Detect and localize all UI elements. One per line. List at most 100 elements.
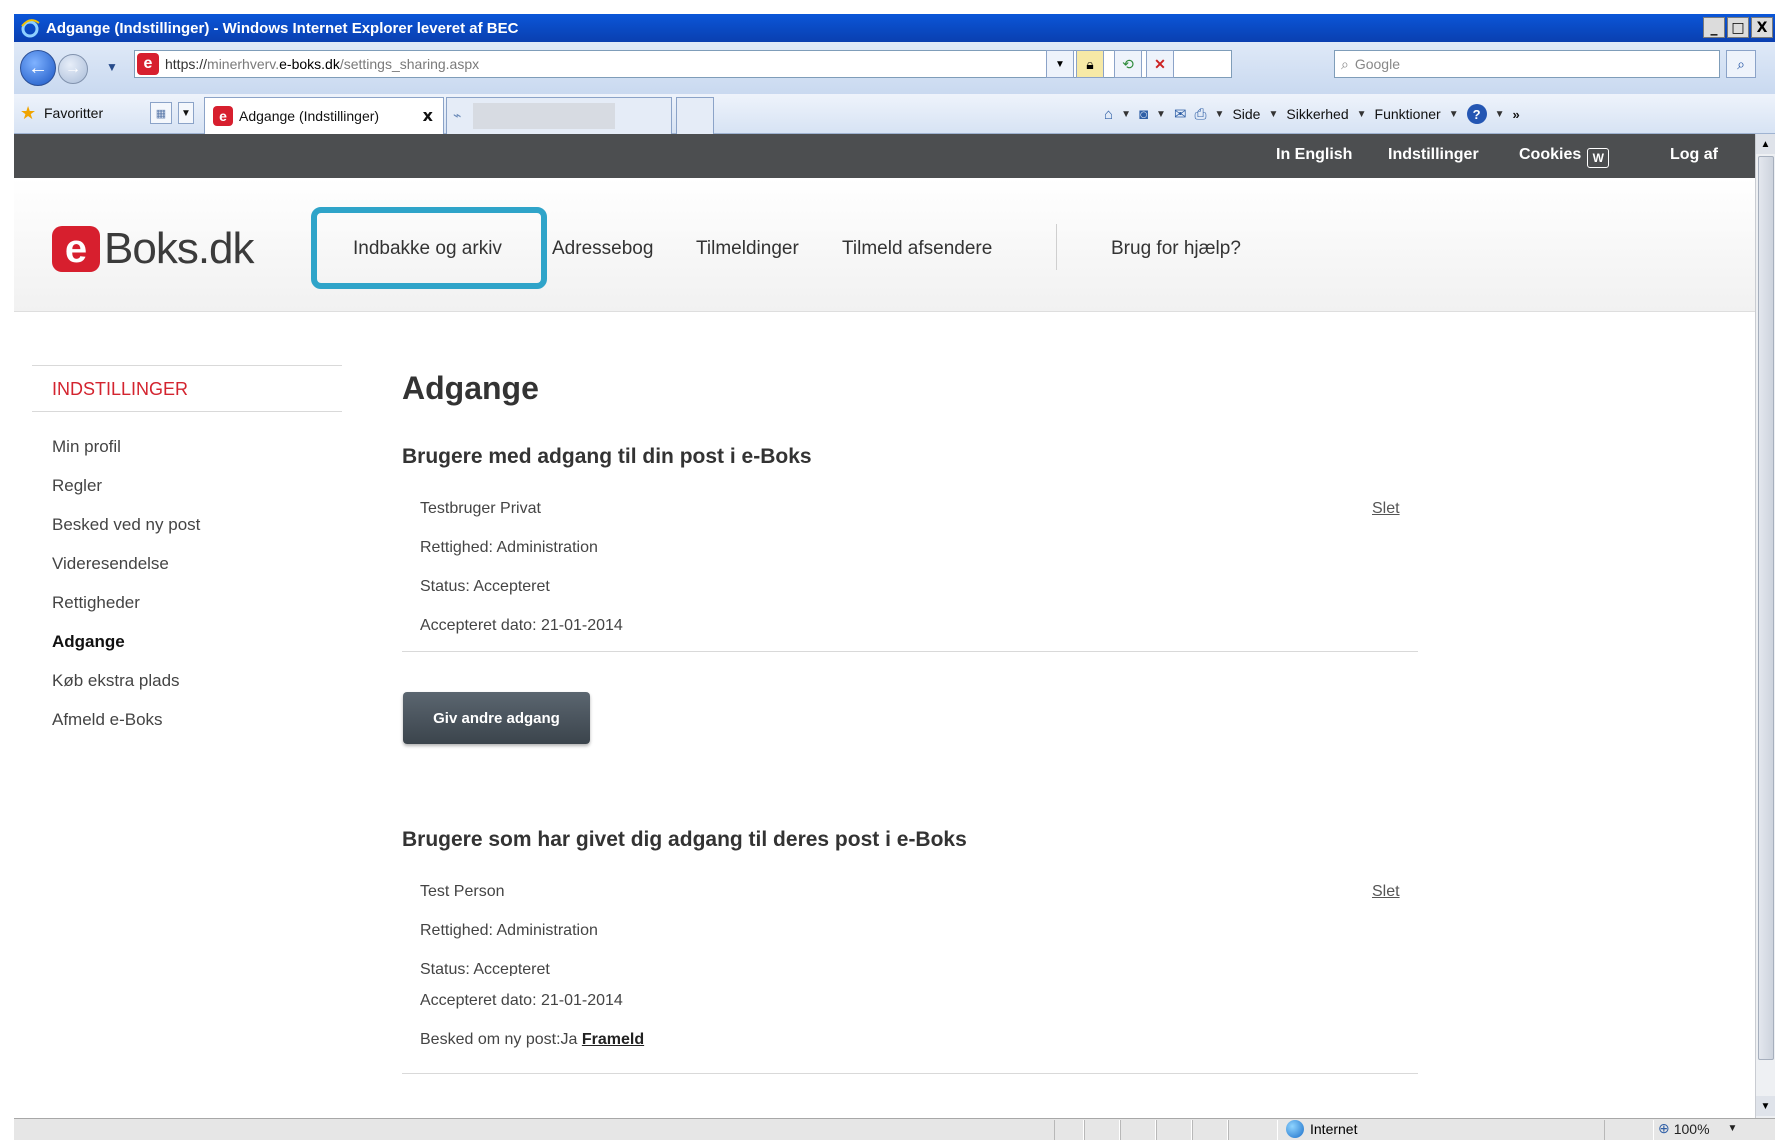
link-in-english[interactable]: In English (1276, 146, 1352, 164)
sidebar-item-unsubscribe[interactable]: Afmeld e-Boks (52, 710, 163, 730)
utility-bar: In English Indstillinger Cookies W Log af (14, 134, 1755, 178)
stop-icon: ✕ (1154, 55, 1166, 72)
quick-tabs-button[interactable]: ▦ (150, 102, 172, 124)
status-cell (1156, 1120, 1192, 1140)
zoom-control[interactable]: ⊕ 100% ▼ (1658, 1120, 1737, 1137)
menu-divider (1056, 224, 1057, 270)
security-lock-button[interactable]: 🔒︎ (1076, 50, 1104, 78)
access-user-name: Testbruger Privat (420, 500, 541, 517)
tools-menu[interactable]: Funktioner (1375, 106, 1441, 122)
loading-page-icon: ⌁ (453, 107, 462, 123)
vertical-scrollbar[interactable]: ▲ ▼ (1755, 134, 1775, 1118)
section-heading-my-access: Brugere med adgang til din post i e-Boks (402, 445, 812, 468)
scroll-down-button[interactable]: ▼ (1756, 1096, 1775, 1116)
page-title: Adgange (402, 370, 539, 406)
tab-list-dropdown[interactable]: ▼ (178, 102, 194, 124)
home-icon[interactable]: ⌂ (1104, 106, 1113, 123)
nav-add-senders[interactable]: Tilmeld afsendere (842, 238, 992, 260)
tab-second[interactable]: ⌁ (446, 97, 672, 134)
close-tab-icon[interactable]: x (423, 106, 433, 125)
feeds-icon[interactable]: ◙ (1139, 106, 1148, 123)
nav-help[interactable]: Brug for hjælp? (1111, 238, 1241, 260)
access-user-right: Rettighed: Administration (420, 539, 598, 556)
favorites-star-icon[interactable]: ★ (20, 103, 36, 124)
stop-button[interactable]: ✕ (1146, 50, 1174, 78)
sidebar-item-rules[interactable]: Regler (52, 476, 102, 496)
sidebar-divider (32, 411, 342, 412)
lock-icon: 🔒︎ (1086, 55, 1094, 72)
refresh-button[interactable]: ⟲ (1114, 50, 1142, 78)
unsubscribe-link[interactable]: Frameld (582, 1031, 644, 1048)
help-icon[interactable]: ? (1466, 104, 1487, 124)
eboks-logo[interactable]: e Boks.dk (52, 224, 255, 274)
status-cell (1192, 1120, 1228, 1140)
status-cell (1084, 1120, 1120, 1140)
cookie-info-icon: W (1587, 148, 1610, 168)
logo-text: Boks.dk (104, 224, 255, 273)
search-input[interactable]: ⌕ Google (1334, 50, 1720, 78)
sidebar-divider (32, 365, 342, 366)
command-bar: ⌂ ▼ ◙ ▼ ✉ ⎙ ▼ Side ▼ Sikkerhed ▼ Funktioner ▼ ?… (1104, 104, 1520, 124)
forward-arrow-icon: → (65, 60, 81, 77)
shared-user-status: Status: Accepteret (420, 961, 550, 976)
nav-subscriptions[interactable]: Tilmeldinger (696, 238, 799, 260)
sidebar-title: INDSTILLINGER (52, 379, 189, 399)
refresh-icon: ⟲ (1122, 55, 1134, 72)
sidebar-item-profile[interactable]: Min profil (52, 437, 121, 457)
link-settings[interactable]: Indstillinger (1388, 146, 1479, 164)
page-viewport-lower: Accepteret dato: 21-01-2014 Besked om ny… (14, 976, 1755, 1118)
section-divider (402, 651, 1418, 652)
sidebar-item-forwarding[interactable]: Videresendelse (52, 554, 169, 574)
delete-shared-link[interactable]: Slet (1372, 883, 1400, 901)
address-toolbar: ← → ▼ e https://minerhverv.e-boks.dk/set… (14, 42, 1775, 94)
tab-label: Adgange (Indstillinger) (239, 108, 380, 124)
favorites-button[interactable]: Favoritter (44, 105, 103, 121)
new-tab-button[interactable] (676, 97, 714, 134)
chevron-down-icon: ▼ (1727, 1123, 1738, 1134)
chevron-down-icon: ▼ (181, 107, 191, 119)
mail-icon[interactable]: ✉ (1174, 105, 1187, 123)
shared-user-name: Test Person (420, 883, 505, 900)
status-cell (1054, 1120, 1084, 1140)
give-access-button[interactable]: Giv andre adgang (403, 692, 590, 744)
status-cell (1120, 1120, 1156, 1140)
history-dropdown-icon[interactable]: ▼ (106, 60, 118, 74)
forward-button[interactable]: → (58, 54, 88, 84)
link-cookies[interactable]: Cookies W (1519, 146, 1610, 168)
favorites-bar: ★ Favoritter ▦ ▼ e Adgange (Indstillinge… (14, 94, 1775, 134)
magnifier-icon: ⌕ (1737, 55, 1745, 72)
tab-adgange[interactable]: e Adgange (Indstillinger) x (204, 97, 444, 134)
arrow-down-icon: ▼ (1760, 1100, 1771, 1112)
print-icon[interactable]: ⎙ (1195, 106, 1207, 123)
url-text: https://minerhverv.e-boks.dk/settings_sh… (165, 56, 480, 72)
maximize-button[interactable]: □ (1727, 17, 1749, 38)
security-zone[interactable]: Internet (1286, 1120, 1357, 1138)
shared-user-notify: Besked om ny post:Ja Frameld (420, 1031, 645, 1048)
status-cell (1228, 1120, 1278, 1140)
section-divider (402, 1073, 1418, 1074)
scroll-thumb[interactable] (1758, 156, 1774, 1060)
back-button[interactable]: ← (20, 50, 56, 86)
globe-icon (1286, 1120, 1304, 1138)
delete-access-link[interactable]: Slet (1372, 500, 1400, 518)
page-viewport: In English Indstillinger Cookies W Log af… (14, 134, 1755, 976)
section-heading-shared-with-me: Brugere som har givet dig adgang til der… (402, 828, 967, 851)
link-logout[interactable]: Log af (1670, 146, 1718, 164)
minimize-button[interactable]: _ (1703, 17, 1725, 38)
url-dropdown-button[interactable]: ▼ (1046, 50, 1074, 78)
safety-menu[interactable]: Sikkerhed (1286, 106, 1348, 122)
nav-inbox-archive[interactable]: Indbakke og arkiv (353, 238, 502, 260)
more-commands-icon[interactable]: » (1513, 107, 1520, 122)
search-go-button[interactable]: ⌕ (1726, 50, 1756, 78)
tab-favicon: e (213, 106, 233, 126)
sidebar-item-buy-space[interactable]: Køb ekstra plads (52, 671, 180, 691)
sidebar-item-permissions[interactable]: Rettigheder (52, 593, 140, 613)
sidebar-item-notifications[interactable]: Besked ved ny post (52, 515, 200, 535)
sidebar-item-access[interactable]: Adgange (52, 632, 125, 652)
nav-address-book[interactable]: Adressebog (552, 238, 653, 260)
scroll-up-button[interactable]: ▲ (1756, 134, 1775, 154)
page-menu[interactable]: Side (1232, 106, 1260, 122)
shared-user-right: Rettighed: Administration (420, 922, 598, 939)
close-window-button[interactable]: X (1751, 17, 1773, 38)
access-user-date: Accepteret dato: 21-01-2014 (420, 617, 623, 634)
